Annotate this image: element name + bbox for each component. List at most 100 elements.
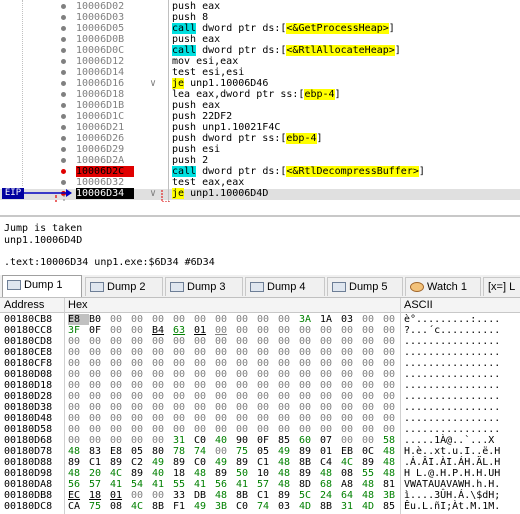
disasm-row[interactable]: 10006D1C push 22DF2 (0, 111, 520, 122)
tab-x-l[interactable]: [x=] L (483, 277, 520, 296)
dump-row[interactable]: 00180DA8 56 57 41 54 41 55 41 56 41 57 48 8D 68 A8 48 81… (0, 479, 520, 490)
disasm-row[interactable]: 10006D0C call dword ptr ds:[<&RtlAllocate… (0, 45, 520, 56)
tab-dump-1[interactable]: Dump 1 (2, 275, 82, 297)
tab-dump-2[interactable]: Dump 2 (85, 277, 163, 296)
dump-hex: 00 00 00 00 00 00 00 00 00 00 00 00 00 00 00 00 (68, 380, 396, 391)
disasm-row[interactable]: 10006D03 push 8 (0, 12, 520, 23)
dump-row[interactable]: 00180CD8 00 00 00 00 00 00 00 00 00 00 00 00 00 00 00 00… (0, 336, 520, 347)
hex-column-header[interactable]: Hex (68, 298, 88, 312)
disasm-row[interactable]: 10006D02 push eax (0, 1, 520, 12)
tab-dump-4[interactable]: Dump 4 (245, 277, 325, 296)
dump-hex: 00 00 00 00 00 00 00 00 00 00 00 00 00 00 00 00 (68, 358, 396, 369)
dump-row[interactable]: 00180CC8 3F 0F 00 00 B4 63 01 00 00 00 00 00 00 00 00 00… (0, 325, 520, 336)
info-pane: Jump is taken unp1.10006D4D .text:10006D… (0, 215, 520, 272)
dump-ascii: ................ (404, 358, 501, 369)
address-column-header[interactable]: Address (4, 298, 44, 312)
disasm-row[interactable]: 10006D16 ∨ je unp1.10006D46 (0, 78, 520, 89)
instruction-text: test esi,esi (172, 67, 245, 78)
disasm-row[interactable]: 10006D0B push eax (0, 34, 520, 45)
disasm-row[interactable]: 10006D2C call dword ptr ds:[<&RtlDecompre… (0, 166, 520, 177)
dump-row[interactable]: 00180D18 00 00 00 00 00 00 00 00 00 00 00 00 00 00 00 00… (0, 380, 520, 391)
instruction-text: push dword ptr ss:[ebp-4] (172, 133, 323, 144)
dump-row[interactable]: 00180CE8 00 00 00 00 00 00 00 00 00 00 00 00 00 00 00 00… (0, 347, 520, 358)
bullet-icon[interactable] (61, 59, 66, 64)
instruction-text: push 8 (172, 12, 209, 23)
dump-row[interactable]: 00180D78 48 83 E8 05 80 78 74 00 75 05 49 89 01 EB 0C 48… (0, 446, 520, 457)
jump-target: unp1.10006D4D (4, 235, 83, 246)
dump-ascii: ................ (404, 380, 501, 391)
bullet-icon[interactable] (61, 4, 66, 9)
instruction-address: 10006D34 (76, 188, 134, 199)
breakpoint-icon[interactable] (61, 169, 66, 174)
dump-row[interactable]: 00180CF8 00 00 00 00 00 00 00 00 00 00 00 00 00 00 00 00… (0, 358, 520, 369)
dump-hex: 3F 0F 00 00 B4 63 01 00 00 00 00 00 00 00 00 00 (68, 325, 396, 336)
disasm-row[interactable]: 10006D2A push 2 (0, 155, 520, 166)
dump-row[interactable]: 00180D28 00 00 00 00 00 00 00 00 00 00 00 00 00 00 00 00… (0, 391, 520, 402)
bullet-icon[interactable] (61, 180, 66, 185)
instruction-text: je unp1.10006D46 (172, 78, 269, 89)
dump-row[interactable]: 00180D98 48 20 4C 89 40 18 48 89 50 10 48 89 48 08 55 48… (0, 468, 520, 479)
dump-ascii: ................ (404, 413, 501, 424)
bullet-icon[interactable] (61, 114, 66, 119)
bullet-icon[interactable] (61, 70, 66, 75)
dump-ascii: ?...´c.......... (404, 325, 501, 336)
dump-row[interactable]: 00180D88 89 C1 89 C2 49 89 C0 49 89 C1 48 8B C4 4C 89 48… (0, 457, 520, 468)
tab-dump-3[interactable]: Dump 3 (165, 277, 243, 296)
dump-ascii: ................ (404, 424, 501, 435)
disasm-row[interactable]: 10006D26 push dword ptr ss:[ebp-4] (0, 133, 520, 144)
dump-row[interactable]: 00180D68 00 00 00 00 00 31 C0 40 90 0F 85 60 07 00 00 58… (0, 435, 520, 446)
tab-watch-1[interactable]: Watch 1 (405, 277, 481, 296)
branch-arrow-icon: ∨ (150, 78, 157, 89)
dump-row[interactable]: 00180D58 00 00 00 00 00 00 00 00 00 00 00 00 00 00 00 00… (0, 424, 520, 435)
dump-row[interactable]: 00180DB8 EC 18 01 00 00 33 DB 48 8B C1 89 5C 24 64 48 3B… (0, 490, 520, 501)
dump-address: 00180D98 (4, 468, 53, 479)
dump-address: 00180CB8 (4, 314, 53, 325)
bullet-icon[interactable] (61, 136, 66, 141)
branch-arrow-icon: ∨ (150, 188, 157, 199)
bullet-icon[interactable] (61, 26, 66, 31)
disasm-row[interactable]: 10006D14 test esi,esi (0, 67, 520, 78)
ascii-column-header[interactable]: ASCII (404, 298, 433, 312)
bullet-icon[interactable] (61, 48, 66, 53)
instruction-address: 10006D14 (76, 67, 125, 78)
dump-hex: 00 00 00 00 00 00 00 00 00 00 00 00 00 00 00 00 (68, 424, 396, 435)
disassembly-view[interactable]: 10006D02 push eax 10006D03 push 8 10006D05 ca… (0, 0, 520, 202)
instruction-address: 10006D18 (76, 89, 125, 100)
dump-row[interactable]: 00180DC8 CA 75 08 4C 8B F1 49 3B C0 74 03 4D 8B 31 4D 85… (0, 501, 520, 512)
dump-address: 00180D18 (4, 380, 53, 391)
dump-row[interactable]: 00180D48 00 00 00 00 00 00 00 00 00 00 00 00 00 00 00 00… (0, 413, 520, 424)
bullet-icon[interactable] (61, 158, 66, 163)
dump-hex: EC 18 01 00 00 33 DB 48 8B C1 89 5C 24 64 48 3B (68, 490, 396, 501)
bullet-icon[interactable] (61, 92, 66, 97)
bullet-icon[interactable] (61, 147, 66, 152)
dump-view[interactable]: 00180CB8 E8 B0 00 00 00 00 00 00 00 00 00 3A 1A 03 00 00… (0, 313, 520, 514)
bullet-icon[interactable] (61, 103, 66, 108)
disasm-row[interactable]: 10006D21 push unp1.10021F4C (0, 122, 520, 133)
bullet-icon[interactable] (61, 125, 66, 130)
dump-row[interactable]: 00180D08 00 00 00 00 00 00 00 00 00 00 00 00 00 00 00 00… (0, 369, 520, 380)
instruction-address: 10006D2C (76, 166, 134, 177)
disasm-row[interactable]: 10006D32 test eax,eax (0, 177, 520, 188)
dump-ascii: ................ (404, 402, 501, 413)
disasm-row[interactable]: 10006D34 ∨ je unp1.10006D4D (0, 188, 520, 199)
bullet-icon[interactable] (61, 81, 66, 86)
instruction-text: push unp1.10021F4C (172, 122, 281, 133)
dump-address: 00180D08 (4, 369, 53, 380)
disasm-row[interactable]: 10006D1B push eax (0, 100, 520, 111)
disasm-row[interactable]: 10006D05 call dword ptr ds:[<&GetProcessH… (0, 23, 520, 34)
bullet-icon[interactable] (61, 15, 66, 20)
instruction-text: call dword ptr ds:[<&GetProcessHeap>] (172, 23, 395, 34)
bullet-icon[interactable] (61, 37, 66, 42)
dump-row[interactable]: 00180CB8 E8 B0 00 00 00 00 00 00 00 00 00 3A 1A 03 00 00… (0, 314, 520, 325)
dump-row[interactable]: 00180D38 00 00 00 00 00 00 00 00 00 00 00 00 00 00 00 00… (0, 402, 520, 413)
dump-ascii: ì....3ÛH.Á.\$dH; (404, 490, 501, 501)
disasm-row[interactable]: 10006D29 push esi (0, 144, 520, 155)
disasm-row[interactable]: 10006D12 mov esi,eax (0, 56, 520, 67)
dump-address: 00180D38 (4, 402, 53, 413)
dump-hex: 00 00 00 00 00 31 C0 40 90 0F 85 60 07 00 00 58 (68, 435, 396, 446)
instruction-address: 10006D1B (76, 100, 125, 111)
tab-dump-5[interactable]: Dump 5 (327, 277, 403, 296)
memory-icon (250, 282, 264, 293)
disasm-row[interactable]: 10006D18 lea eax,dword ptr ss:[ebp-4] (0, 89, 520, 100)
dump-hex: 48 20 4C 89 40 18 48 89 50 10 48 89 48 08 55 48 (68, 468, 396, 479)
